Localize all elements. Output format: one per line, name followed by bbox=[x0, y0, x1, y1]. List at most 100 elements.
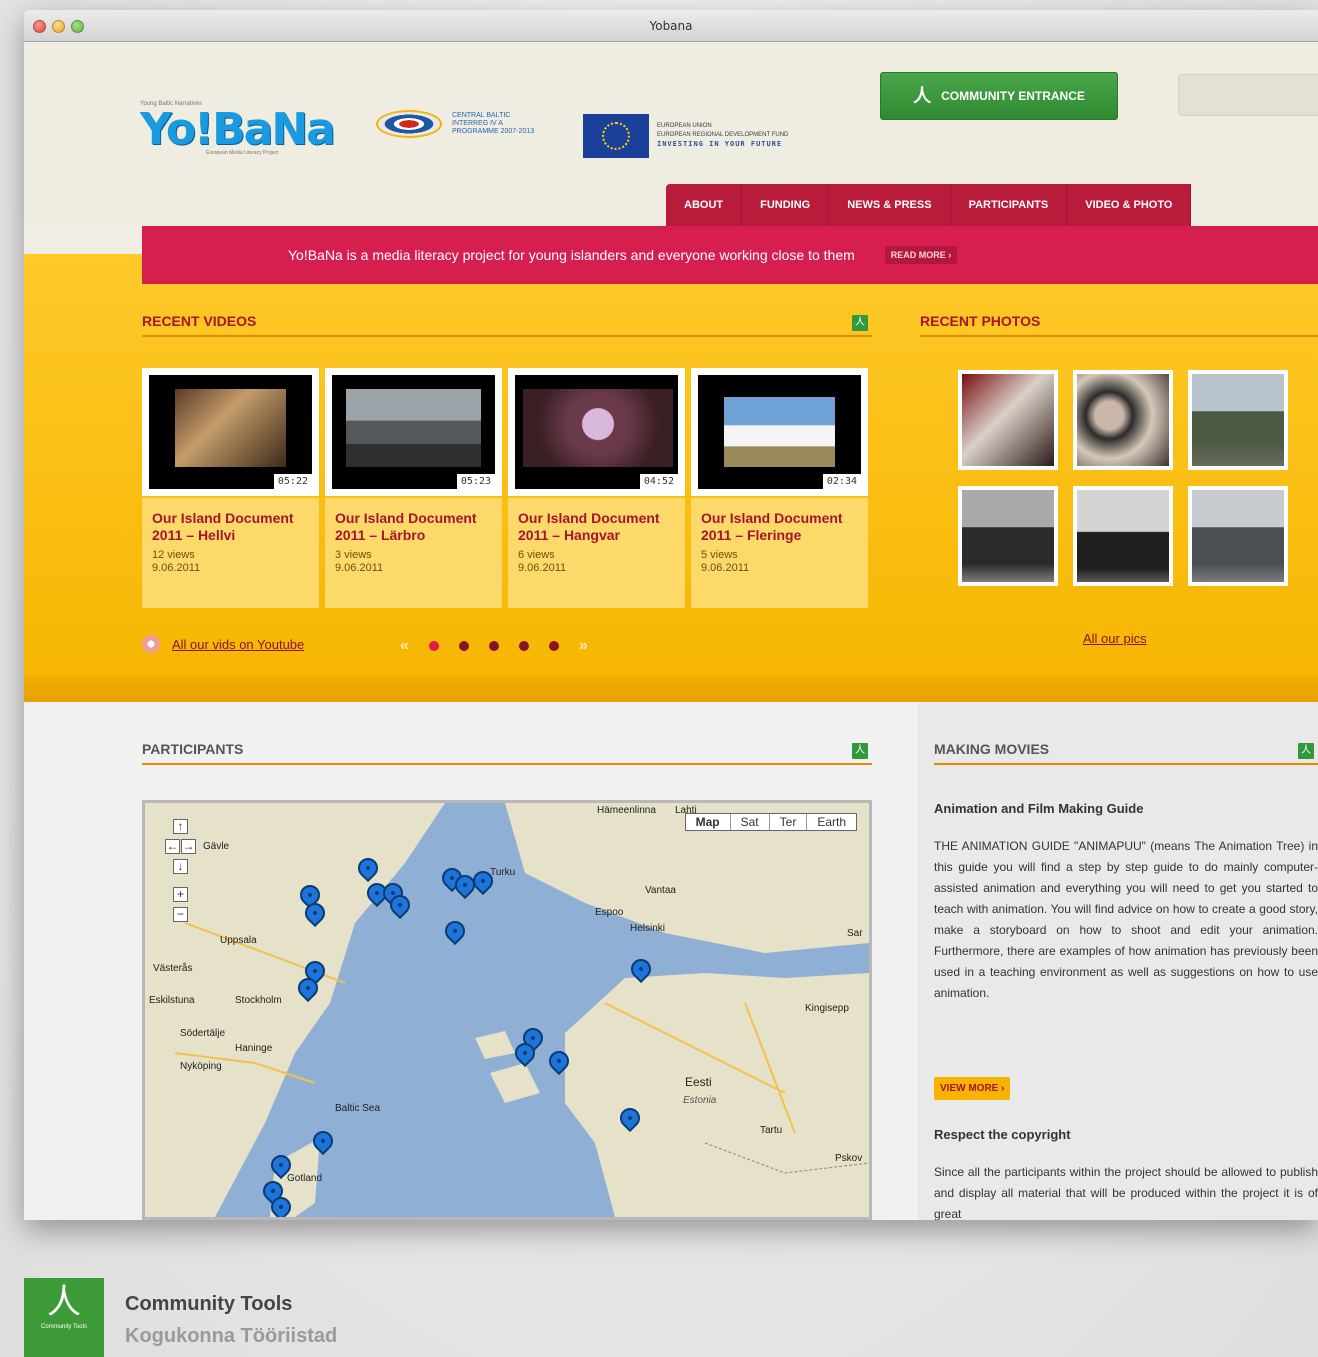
read-more-button[interactable]: READ MORE › bbox=[884, 246, 958, 264]
photo-thumbnail[interactable] bbox=[958, 486, 1058, 586]
pager-dot[interactable] bbox=[488, 641, 499, 651]
video-thumbnail[interactable]: 04:52 bbox=[515, 375, 678, 489]
map-label: Västerås bbox=[153, 963, 193, 974]
pager-dot[interactable] bbox=[428, 641, 439, 651]
participants-heading: PARTICIPANTS bbox=[142, 741, 872, 765]
nav-video-photo[interactable]: VIDEO & PHOTO bbox=[1067, 184, 1192, 226]
map-label: Stockholm bbox=[235, 995, 282, 1006]
video-title[interactable]: Our Island Document 2011 – Fleringe bbox=[701, 510, 858, 544]
video-thumbnail[interactable]: 02:34 bbox=[698, 375, 861, 489]
pan-up-button[interactable]: ↑ bbox=[173, 819, 188, 834]
community-tools-logo: 人 Community Tools bbox=[24, 1278, 104, 1357]
map-label: Gotland bbox=[287, 1173, 323, 1184]
browser-window: Yobana Young Baltic Narratives Yo!BaNa E… bbox=[24, 10, 1318, 1220]
community-tools-icon[interactable]: 人 bbox=[1298, 743, 1314, 759]
video-title[interactable]: Our Island Document 2011 – Hellvi bbox=[152, 510, 309, 544]
photo-thumbnail[interactable] bbox=[958, 370, 1058, 470]
video-views: 6 views bbox=[518, 549, 555, 561]
map-label: Baltic Sea bbox=[335, 1103, 381, 1114]
photo-thumbnail[interactable] bbox=[1073, 370, 1173, 470]
video-card[interactable]: 05:22 Our Island Document 2011 – Hellvi … bbox=[142, 368, 319, 608]
pan-right-button[interactable]: → bbox=[181, 839, 196, 854]
pager-dot[interactable] bbox=[518, 641, 529, 651]
map-label: Eskilstuna bbox=[149, 995, 195, 1006]
community-tools-icon: 人 bbox=[913, 86, 932, 106]
map-label: Uppsala bbox=[220, 935, 257, 946]
map-label: Tartu bbox=[760, 1125, 783, 1136]
photo-thumbnail[interactable] bbox=[1188, 370, 1288, 470]
search-input[interactable] bbox=[1178, 74, 1318, 116]
zoom-out-button[interactable]: − bbox=[173, 907, 188, 922]
youtube-link-label[interactable]: All our vids on Youtube bbox=[172, 637, 304, 652]
pager-dot[interactable] bbox=[458, 641, 469, 651]
brand-title: Community Tools bbox=[125, 1293, 293, 1315]
map-type-map[interactable]: Map bbox=[686, 814, 731, 830]
community-tools-icon[interactable]: 人 bbox=[852, 743, 868, 759]
map-type-earth[interactable]: Earth bbox=[807, 814, 856, 830]
pan-down-button[interactable]: ↓ bbox=[173, 859, 188, 874]
logo-subtitle: European Media Literacy Project bbox=[206, 150, 279, 156]
banner-text: Yo!BaNa is a media literacy project for … bbox=[288, 247, 855, 263]
youtube-icon bbox=[142, 635, 160, 653]
recent-videos-heading: RECENT VIDEOS bbox=[142, 313, 872, 337]
video-title[interactable]: Our Island Document 2011 – Lärbro bbox=[335, 510, 492, 544]
nav-participants[interactable]: PARTICIPANTS bbox=[950, 184, 1068, 226]
video-date: 9.06.2011 bbox=[701, 562, 750, 574]
map-label: Södertälje bbox=[180, 1028, 226, 1039]
community-tools-icon[interactable]: 人 bbox=[852, 315, 868, 331]
eu-text: EUROPEAN UNION EUROPEAN REGIONAL DEVELOP… bbox=[657, 123, 789, 148]
video-card[interactable]: 02:34 Our Island Document 2011 – Flering… bbox=[691, 368, 868, 608]
video-duration: 02:34 bbox=[822, 474, 861, 489]
video-card[interactable]: 05:23 Our Island Document 2011 – Lärbro … bbox=[325, 368, 502, 608]
map-label: Sar bbox=[847, 928, 863, 939]
all-pics-link[interactable]: All our pics bbox=[1083, 631, 1147, 646]
map-label: Kingisepp bbox=[805, 1003, 849, 1014]
yobana-logo[interactable]: Young Baltic Narratives Yo!BaNa European… bbox=[140, 101, 336, 156]
pager-prev-button[interactable]: « bbox=[400, 637, 409, 655]
guide-text: THE ANIMATION GUIDE "ANIMAPUU" (means Th… bbox=[934, 839, 1318, 1000]
youtube-link[interactable]: All our vids on Youtube bbox=[142, 635, 304, 653]
video-duration: 05:22 bbox=[273, 474, 312, 489]
recent-photos-heading: RECENT PHOTOS bbox=[920, 313, 1318, 337]
video-thumbnail[interactable]: 05:22 bbox=[149, 375, 312, 489]
map-label: Nyköping bbox=[180, 1061, 222, 1072]
photo-thumbnail[interactable] bbox=[1073, 486, 1173, 586]
video-date: 9.06.2011 bbox=[152, 562, 201, 574]
video-thumbnail[interactable]: 05:23 bbox=[332, 375, 495, 489]
photo-grid bbox=[958, 370, 1288, 586]
map-label: Haninge bbox=[235, 1043, 273, 1054]
nav-about[interactable]: ABOUT bbox=[666, 184, 743, 226]
making-movies-heading: MAKING MOVIES bbox=[934, 741, 1318, 765]
map-label: Turku bbox=[490, 867, 516, 878]
video-date: 9.06.2011 bbox=[518, 562, 567, 574]
community-entrance-label: COMMUNITY ENTRANCE bbox=[941, 89, 1085, 103]
participants-map[interactable]: ↑ ← → ↓ + − Map Sat Ter Earth Hämeenlinn… bbox=[142, 800, 872, 1220]
video-list: 05:22 Our Island Document 2011 – Hellvi … bbox=[142, 368, 868, 608]
video-date: 9.06.2011 bbox=[335, 562, 384, 574]
nav-funding[interactable]: FUNDING bbox=[742, 184, 830, 226]
video-title[interactable]: Our Island Document 2011 – Hangvar bbox=[518, 510, 675, 544]
pager-next-button[interactable]: » bbox=[579, 637, 588, 655]
video-views: 12 views bbox=[152, 549, 195, 561]
logo-mark: Yo!BaNa bbox=[140, 104, 336, 155]
video-duration: 04:52 bbox=[639, 474, 678, 489]
map-label: Vantaa bbox=[645, 885, 676, 896]
map-type-ter[interactable]: Ter bbox=[770, 814, 808, 830]
photo-thumbnail[interactable] bbox=[1188, 486, 1288, 586]
interreg-logo: CENTRAL BALTIC INTERREG IV A PROGRAMME 2… bbox=[376, 110, 538, 138]
map-type-sat[interactable]: Sat bbox=[731, 814, 770, 830]
community-tools-icon: 人 bbox=[47, 1283, 81, 1321]
window-title: Yobana bbox=[649, 19, 693, 33]
map-label: Lahti bbox=[675, 805, 697, 816]
view-more-button[interactable]: VIEW MORE › bbox=[934, 1077, 1011, 1100]
copyright-text: Since all the participants within the pr… bbox=[934, 1165, 1318, 1220]
nav-news-press[interactable]: NEWS & PRESS bbox=[829, 184, 951, 226]
video-card[interactable]: 04:52 Our Island Document 2011 – Hangvar… bbox=[508, 368, 685, 608]
zoom-in-button[interactable]: + bbox=[173, 887, 188, 902]
guide-title: Animation and Film Making Guide bbox=[934, 801, 1144, 816]
interreg-text: CENTRAL BALTIC INTERREG IV A PROGRAMME 2… bbox=[452, 112, 535, 135]
community-entrance-button[interactable]: 人 COMMUNITY ENTRANCE bbox=[880, 72, 1118, 120]
pan-left-button[interactable]: ← bbox=[165, 839, 180, 854]
eu-flag-icon bbox=[583, 114, 649, 158]
pager-dot[interactable] bbox=[548, 641, 559, 651]
